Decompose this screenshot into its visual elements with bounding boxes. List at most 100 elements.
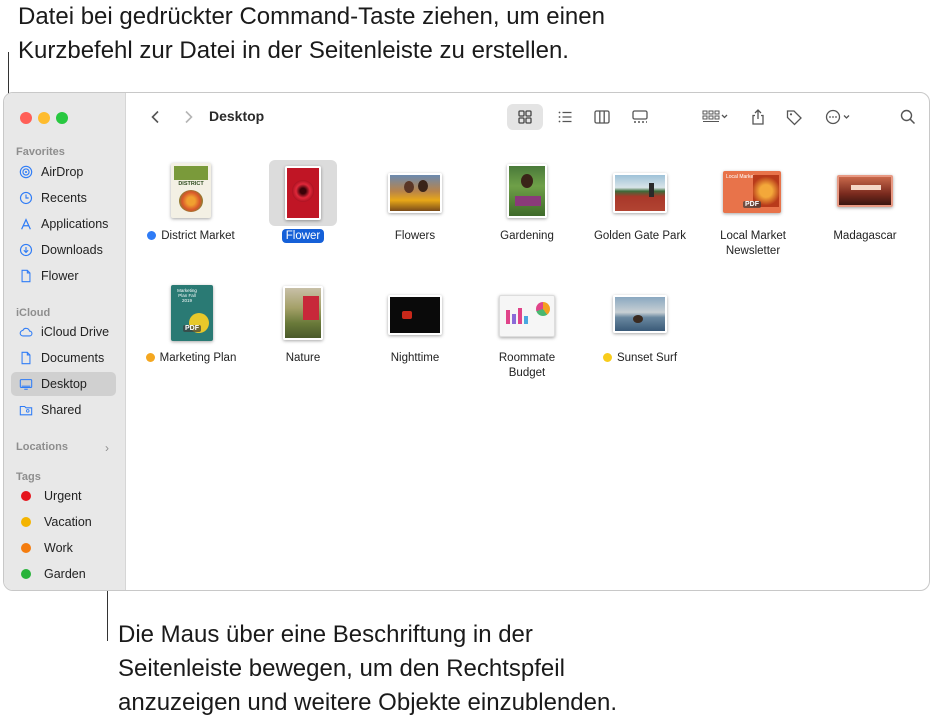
nighttime-thumb bbox=[388, 295, 442, 335]
tag-dot-icon bbox=[21, 569, 31, 579]
sidebar-item-applications[interactable]: Applications bbox=[11, 212, 116, 236]
file-thumbnail bbox=[610, 161, 670, 221]
file-label: Sunset Surf bbox=[585, 351, 695, 366]
callout-top: Datei bei gedrückter Command-Taste ziehe… bbox=[18, 0, 818, 68]
finder-window: Favorites AirDrop Recents Applications D… bbox=[3, 92, 930, 591]
sidebar-item-desktop[interactable]: Desktop bbox=[11, 372, 116, 396]
list-view-button[interactable] bbox=[547, 104, 583, 130]
clock-icon bbox=[18, 190, 34, 206]
favorites-section-label: Favorites bbox=[16, 146, 65, 158]
sidebar-item-recents[interactable]: Recents bbox=[11, 186, 116, 210]
locations-section-label[interactable]: Locations bbox=[16, 441, 68, 453]
district-market-thumb: DISTRICT bbox=[171, 163, 211, 218]
forward-button[interactable] bbox=[175, 104, 201, 130]
file-thumbnail bbox=[497, 283, 557, 343]
desktop-icon bbox=[18, 376, 34, 392]
sidebar-item-shared[interactable]: Shared bbox=[11, 398, 116, 422]
tag-dot-icon bbox=[21, 517, 31, 527]
sidebar-item-label: Documents bbox=[41, 351, 105, 365]
column-view-button[interactable] bbox=[584, 104, 620, 130]
file-name-line2: Budget bbox=[508, 367, 546, 379]
chevron-right-icon[interactable]: › bbox=[105, 441, 109, 455]
sidebar-item-icloud-drive[interactable]: iCloud Drive bbox=[11, 320, 116, 344]
sidebar-tag-urgent[interactable]: Urgent bbox=[11, 484, 116, 508]
columns-icon bbox=[594, 110, 610, 124]
download-icon bbox=[18, 242, 34, 258]
cloud-icon bbox=[18, 324, 34, 340]
icon-view-button[interactable] bbox=[507, 104, 543, 130]
madagascar-thumb bbox=[837, 175, 893, 207]
callout-bottom-line3: anzuzeigen und weitere Objekte einzublen… bbox=[118, 689, 618, 716]
sunset-surf-thumb bbox=[613, 295, 667, 333]
zoom-window-button[interactable] bbox=[56, 112, 68, 124]
sidebar-item-label: Garden bbox=[44, 567, 86, 581]
share-button[interactable] bbox=[745, 104, 771, 130]
sidebar-tag-garden[interactable]: Garden bbox=[11, 562, 116, 586]
flower-thumb bbox=[285, 166, 321, 220]
roommate-budget-thumb bbox=[499, 295, 555, 337]
sidebar-item-label: iCloud Drive bbox=[41, 325, 110, 339]
sidebar-item-label: Applications bbox=[41, 217, 109, 231]
sidebar-item-documents[interactable]: Documents bbox=[11, 346, 116, 370]
callout-top-line1: Datei bei gedrückter Command-Taste ziehe… bbox=[18, 3, 605, 30]
sidebar-item-downloads[interactable]: Downloads bbox=[11, 238, 116, 262]
tag-dot-icon bbox=[145, 353, 155, 362]
file-name: District Market bbox=[161, 230, 235, 242]
file-name-line2: Newsletter bbox=[725, 245, 781, 257]
tag-dot-icon bbox=[21, 543, 31, 553]
file-thumbnail: Marketing Plan Fall 2019 PDF bbox=[161, 283, 221, 343]
file-thumbnail bbox=[610, 283, 670, 343]
minimize-window-button[interactable] bbox=[38, 112, 50, 124]
file-label: Golden Gate Park bbox=[585, 229, 695, 244]
callout-top-line2: Kurzbefehl zur Datei in der Seitenleiste… bbox=[18, 37, 569, 64]
file-thumbnail bbox=[835, 161, 895, 221]
document-icon bbox=[18, 350, 34, 366]
file-name: Marketing Plan bbox=[159, 352, 237, 364]
page: Datei bei gedrückter Command-Taste ziehe… bbox=[0, 0, 934, 726]
sidebar-item-label: Work bbox=[44, 541, 73, 555]
district-thumb-text: DISTRICT bbox=[178, 181, 204, 187]
pdf-badge: PDF bbox=[183, 325, 201, 332]
action-menu-button[interactable] bbox=[819, 104, 859, 130]
group-by-button[interactable] bbox=[695, 104, 735, 130]
shared-folder-icon bbox=[18, 402, 34, 418]
gallery-icon bbox=[632, 110, 648, 123]
gallery-view-button[interactable] bbox=[622, 104, 658, 130]
tag-dot-icon bbox=[21, 491, 31, 501]
file-label: Gardening bbox=[472, 229, 582, 244]
sidebar-item-label: Downloads bbox=[41, 243, 103, 257]
marketing-plan-thumb: Marketing Plan Fall 2019 PDF bbox=[171, 285, 213, 341]
sidebar-item-label: Desktop bbox=[41, 377, 87, 391]
grid-icon bbox=[518, 110, 532, 124]
sidebar-item-label: Flower bbox=[41, 269, 79, 283]
tag-button[interactable] bbox=[781, 104, 807, 130]
file-thumbnail bbox=[385, 283, 445, 343]
file-name: Gardening bbox=[500, 230, 554, 242]
file-label: Flower bbox=[248, 229, 358, 244]
back-button[interactable] bbox=[143, 104, 169, 130]
file-thumbnail: Local Market PDF bbox=[723, 161, 783, 221]
file-label: District Market bbox=[136, 229, 246, 244]
list-icon bbox=[558, 111, 572, 123]
search-button[interactable] bbox=[895, 104, 921, 130]
sidebar-item-label: Vacation bbox=[44, 515, 92, 529]
sidebar: Favorites AirDrop Recents Applications D… bbox=[4, 93, 126, 590]
sidebar-item-flower[interactable]: Flower bbox=[11, 264, 116, 288]
search-icon bbox=[900, 109, 916, 125]
file-thumbnail bbox=[497, 161, 557, 221]
sidebar-item-label: Recents bbox=[41, 191, 87, 205]
callout-bottom-line2: Seitenleiste bewegen, um den Rechtspfeil bbox=[118, 655, 565, 682]
sidebar-tag-work[interactable]: Work bbox=[11, 536, 116, 560]
file-label: Nighttime bbox=[360, 351, 470, 366]
sidebar-item-label: AirDrop bbox=[41, 165, 84, 179]
close-window-button[interactable] bbox=[20, 112, 32, 124]
file-label: Roommate Budget bbox=[472, 351, 582, 381]
sidebar-tag-vacation[interactable]: Vacation bbox=[11, 510, 116, 534]
sidebar-item-airdrop[interactable]: AirDrop bbox=[11, 160, 116, 184]
pdf-badge: PDF bbox=[743, 201, 761, 208]
file-name: Golden Gate Park bbox=[593, 230, 687, 242]
sidebar-item-label: Urgent bbox=[44, 489, 82, 503]
share-icon bbox=[752, 109, 764, 125]
file-thumbnail bbox=[269, 160, 337, 226]
file-name-line1: Local Market bbox=[720, 230, 786, 242]
